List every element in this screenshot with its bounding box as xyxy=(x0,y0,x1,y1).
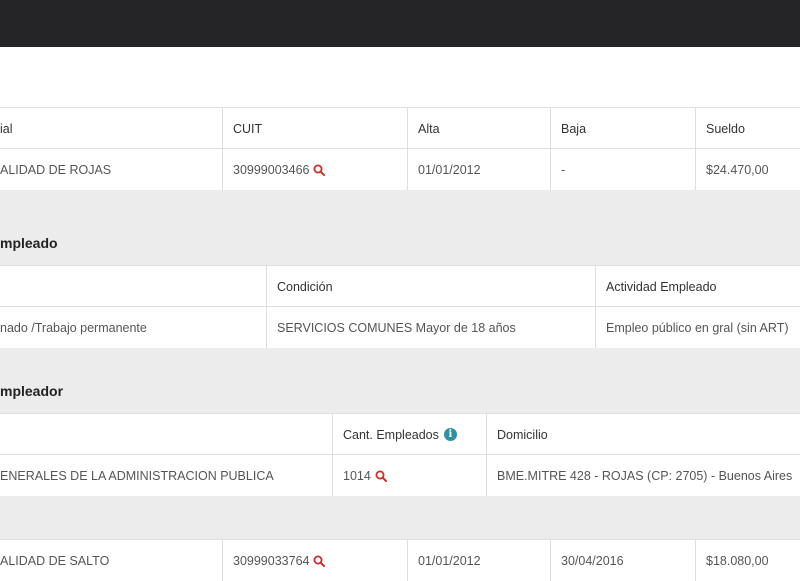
column-header-domicilio: Domicilio xyxy=(486,414,800,455)
razon-social-cell: ALIDAD DE ROJAS xyxy=(0,162,112,177)
cant-empleados-cell: 1014 xyxy=(332,455,486,496)
baja-cell: 30/04/2016 xyxy=(550,540,695,581)
domicilio-cell: BME.MITRE 428 - ROJAS (CP: 2705) - Bueno… xyxy=(486,455,800,496)
empleado-section-title: mpleado xyxy=(0,235,58,251)
cuit-value: 30999003466 xyxy=(233,162,310,177)
modalidad-cell: nado /Trabajo permanente xyxy=(0,320,147,335)
cuit-cell: 30999033764 xyxy=(222,540,407,581)
section-background xyxy=(0,348,800,413)
actividad-empleador-cell: ENERALES DE LA ADMINISTRACION PUBLICA xyxy=(0,468,274,483)
column-header: ial xyxy=(0,121,13,136)
table-header-row: Condición Actividad Empleado xyxy=(0,265,800,307)
search-icon[interactable] xyxy=(375,470,387,482)
column-header-baja: Baja xyxy=(550,108,695,149)
condicion-cell: SERVICIOS COMUNES Mayor de 18 años xyxy=(266,307,595,348)
column-header-condicion: Condición xyxy=(266,266,595,307)
cant-empleados-label: Cant. Empleados xyxy=(343,427,439,442)
table-header-row: ial CUIT Alta Baja Sueldo xyxy=(0,107,800,149)
section-background xyxy=(0,190,800,265)
top-navbar xyxy=(0,0,800,47)
column-header-alta: Alta xyxy=(407,108,550,149)
sueldo-cell: $18.080,00 xyxy=(695,540,800,581)
razon-social-cell: ALIDAD DE SALTO xyxy=(0,553,110,568)
sueldo-cell: $24.470,00 xyxy=(695,149,800,190)
cuit-cell: 30999003466 xyxy=(222,149,407,190)
table-header-row: Cant. Empleados i Domicilio xyxy=(0,413,800,455)
table-row: ALIDAD DE SALTO 30999033764 01/01/2012 3… xyxy=(0,539,800,581)
section-background xyxy=(0,496,800,539)
cuit-value: 30999033764 xyxy=(233,553,310,568)
table-row: ENERALES DE LA ADMINISTRACION PUBLICA 10… xyxy=(0,454,800,497)
column-header-sueldo: Sueldo xyxy=(695,108,800,149)
search-icon[interactable] xyxy=(313,555,326,567)
actividad-cell: Empleo público en gral (sin ART) xyxy=(595,307,800,348)
column-header-modalidad xyxy=(0,266,266,307)
table-row: nado /Trabajo permanente SERVICIOS COMUN… xyxy=(0,306,800,349)
alta-cell: 01/01/2012 xyxy=(407,149,550,190)
alta-cell: 01/01/2012 xyxy=(407,540,550,581)
search-icon[interactable] xyxy=(313,164,326,176)
column-header-cuit: CUIT xyxy=(222,108,407,149)
column-header-actividad-empleador xyxy=(0,414,332,455)
table-row: ALIDAD DE ROJAS 30999003466 01/01/2012 -… xyxy=(0,148,800,191)
cant-empleados-value: 1014 xyxy=(343,468,371,483)
empleador-section-title: mpleador xyxy=(0,383,64,399)
column-header-actividad: Actividad Empleado xyxy=(595,266,800,307)
baja-cell: - xyxy=(550,149,695,190)
column-header-cant-empleados: Cant. Empleados i xyxy=(332,414,486,455)
info-icon[interactable]: i xyxy=(443,428,457,441)
